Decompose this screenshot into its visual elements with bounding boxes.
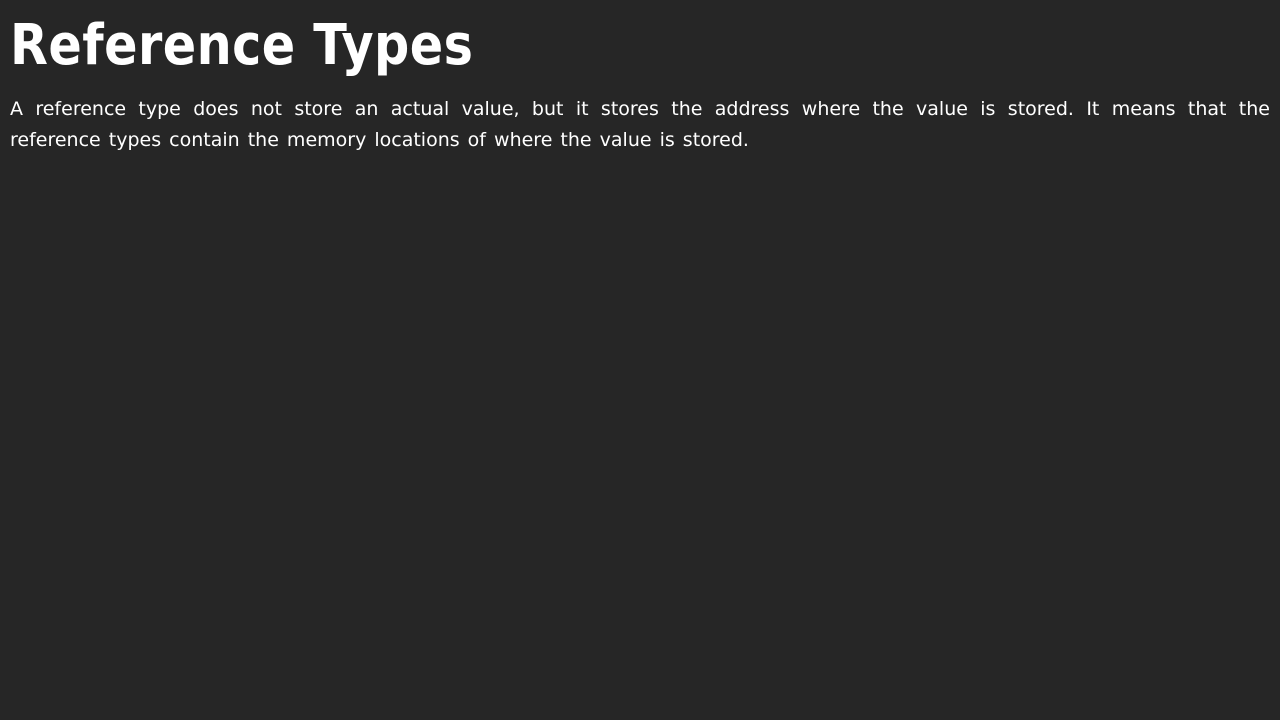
page-title: Reference Types	[10, 13, 474, 78]
document-page: Reference Types A reference type does no…	[0, 0, 1280, 720]
body-paragraph: A reference type does not store an actua…	[10, 98, 1270, 151]
